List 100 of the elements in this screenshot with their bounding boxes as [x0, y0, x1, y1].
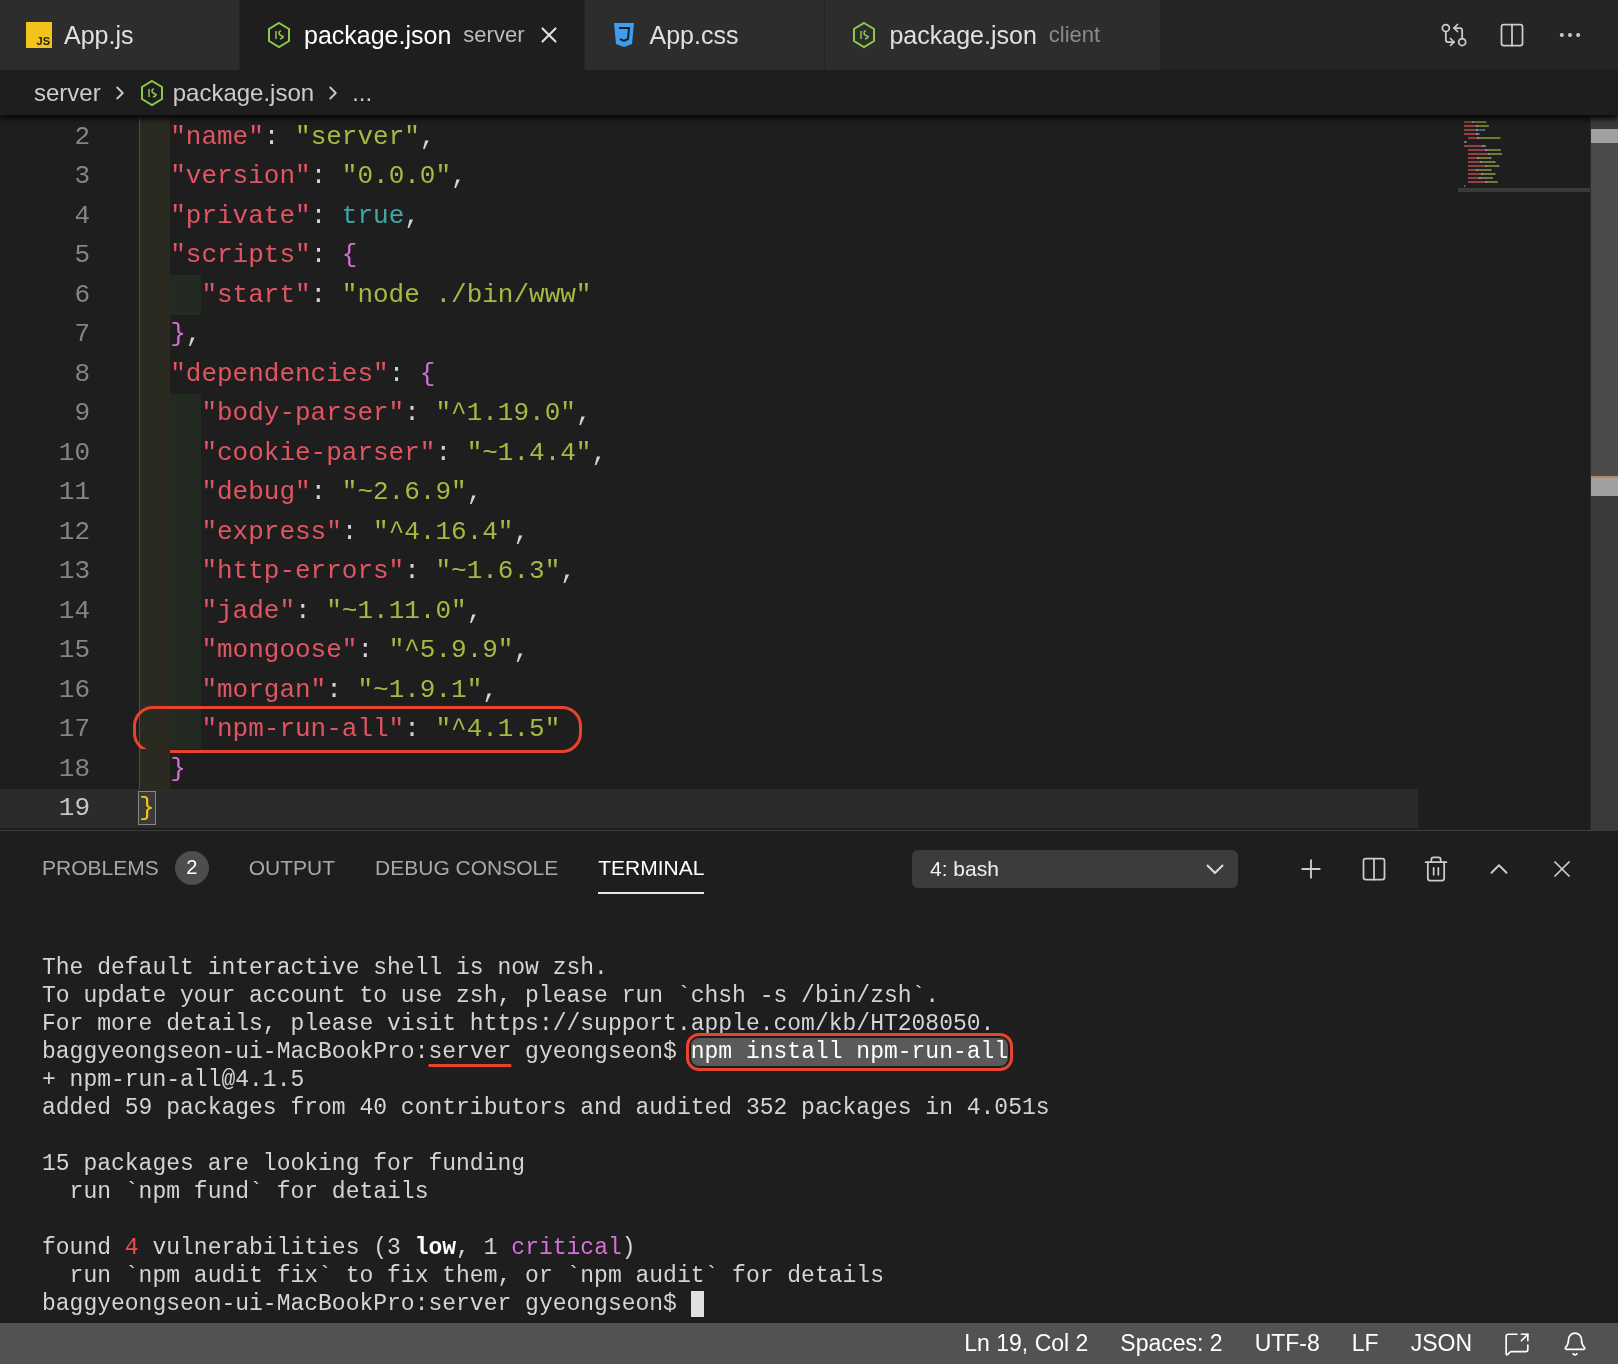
terminal-text: critical [511, 1234, 622, 1262]
scrollbar[interactable] [1590, 115, 1618, 830]
code-token: } [170, 752, 186, 785]
line-number: 17 [57, 714, 90, 745]
bell-icon[interactable] [1562, 1330, 1588, 1357]
code-token: "express" [201, 515, 342, 548]
compare-changes-icon[interactable] [1440, 21, 1468, 49]
code-token: "^4.16.4" [373, 515, 514, 548]
breadcrumb-item[interactable]: package.json [172, 78, 315, 107]
panel-tab[interactable]: TERMINAL [598, 843, 705, 894]
code-token: , [575, 397, 592, 430]
feedback-icon[interactable] [1504, 1330, 1530, 1357]
terminal-text: gyeongseon$ [524, 1038, 678, 1066]
code-token: : [310, 278, 328, 311]
chevron-down-icon [1206, 863, 1224, 874]
code-token: "^1.19.0" [435, 397, 576, 430]
js-file-icon: JS [26, 22, 52, 48]
status-item[interactable]: Ln 19, Col 2 [964, 1330, 1089, 1357]
code-token: "http-errors" [201, 555, 405, 588]
code-token: "debug" [201, 476, 311, 509]
code-token: "^4.1.5" [435, 713, 561, 746]
code-token: , [185, 318, 202, 351]
indent-guide [170, 670, 202, 710]
code-token: "mongoose" [201, 634, 358, 667]
split-editor-icon[interactable] [1498, 21, 1526, 49]
indent-guide [139, 709, 171, 749]
status-item[interactable]: Spaces: 2 [1120, 1330, 1223, 1357]
terminal-text: added 59 packages from 40 contributors and audited 352 packages in 4.051s [42, 1094, 1050, 1122]
line-number: 11 [57, 477, 90, 508]
code-token: : [310, 476, 328, 509]
status-item[interactable]: LF [1351, 1330, 1379, 1357]
line-number: 15 [57, 635, 90, 666]
terminal-text: found [42, 1234, 112, 1262]
terminal-text: ) [621, 1234, 636, 1262]
code-token: "dependencies" [170, 357, 389, 390]
code-token: , [404, 199, 420, 232]
count-badge: 2 [174, 850, 209, 885]
panel-tab[interactable]: OUTPUT [248, 843, 336, 894]
code-token: : [388, 357, 406, 390]
line-number: 5 [73, 240, 90, 271]
line-number: 8 [73, 358, 90, 389]
code-token: "~1.6.3" [435, 555, 561, 588]
code-token: "^5.9.9" [388, 634, 514, 667]
editor-tab[interactable]: package.json client [825, 0, 1162, 70]
line-number: 9 [73, 398, 90, 429]
line-number: 7 [73, 319, 90, 350]
line-number: 3 [73, 161, 90, 192]
code-token: "server" [295, 120, 420, 153]
panel-tab-label: PROBLEMS [42, 855, 159, 880]
hexagon-icon [138, 78, 165, 107]
terminal-text: run `npm audit fix` to fix them, or `npm audit` for details [68, 1262, 884, 1290]
editor-tab[interactable]: package.json server [240, 0, 586, 70]
terminal-text: , 1 [456, 1234, 499, 1262]
code-token: "0.0.0" [341, 160, 452, 193]
line-number: 10 [57, 437, 90, 468]
code-token: , [451, 160, 467, 193]
editor-tab[interactable]: App.css [585, 0, 826, 70]
code-token: , [419, 120, 436, 153]
terminal-select[interactable]: 4: bash [912, 849, 1238, 888]
code-token: : [404, 397, 421, 430]
trash-icon[interactable] [1422, 854, 1450, 883]
line-number: 6 [73, 279, 90, 310]
matched-bracket: } [139, 792, 155, 825]
code-token: : [326, 673, 343, 706]
editor-tab[interactable]: JS App.js [0, 0, 240, 70]
code-token: : [310, 199, 328, 232]
terminal-text: run `npm fund` for details [68, 1178, 429, 1206]
code-token: "~2.6.9" [341, 476, 467, 509]
breadcrumb-item[interactable]: server [34, 78, 101, 107]
breadcrumb-item[interactable]: ... [352, 78, 373, 107]
terminal-text: low [414, 1234, 457, 1262]
code-token: , [513, 634, 530, 667]
line-number: 13 [57, 556, 90, 587]
code-token: : [310, 160, 328, 193]
code-token: , [466, 594, 483, 627]
panel-tab[interactable]: DEBUG CONSOLE [375, 843, 559, 894]
code-token: : [404, 555, 421, 588]
code-token: "~1.9.1" [357, 673, 483, 706]
code-token: : [263, 120, 281, 153]
code-token: "node ./bin/www" [341, 278, 592, 311]
code-token: "cookie-parser" [201, 436, 436, 469]
panel-tab[interactable]: PROBLEMS 2 [42, 843, 209, 894]
code-token: , [513, 515, 530, 548]
terminal-text: baggyeongseon-ui-MacBookPro:server gyeongseon$ [42, 1290, 678, 1318]
indent-guide [139, 670, 171, 710]
code-token: { [419, 357, 436, 390]
status-item[interactable]: UTF-8 [1254, 1330, 1320, 1357]
hexagon-icon [851, 21, 878, 49]
terminal-text: 4 [124, 1234, 139, 1262]
code-token: : [310, 239, 328, 272]
hexagon-icon [266, 21, 292, 49]
code-token: "jade" [201, 594, 295, 627]
code-token: true [341, 199, 405, 232]
code-token: "~1.11.0" [326, 594, 467, 627]
line-number: 18 [57, 753, 90, 784]
code-token: "private" [170, 199, 311, 232]
code-token: "version" [170, 160, 311, 193]
terminal-text: 15 packages are looking for funding [42, 1150, 526, 1178]
indent-guide [170, 709, 202, 749]
status-item[interactable]: JSON [1410, 1330, 1472, 1357]
